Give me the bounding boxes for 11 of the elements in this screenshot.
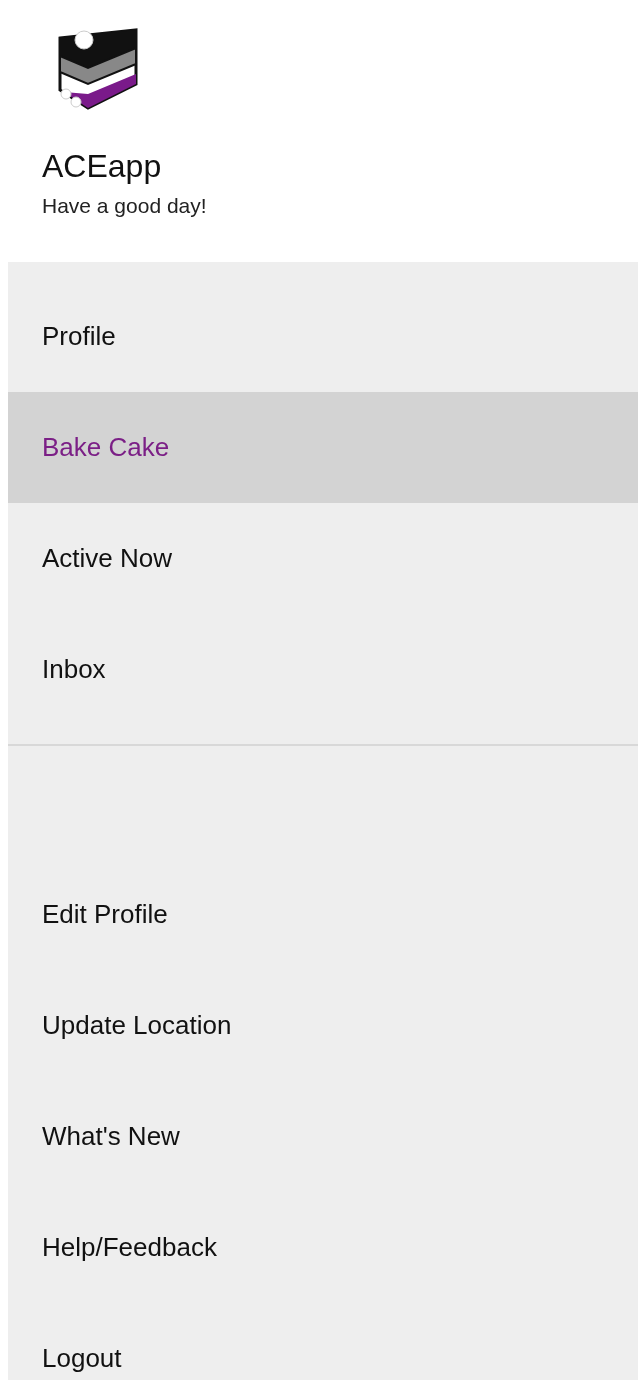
app-name: ACEapp — [42, 147, 162, 185]
menu-item[interactable]: Update Location — [8, 970, 638, 1081]
menu-item[interactable]: Inbox — [8, 614, 638, 725]
menu-item[interactable]: Profile — [8, 281, 638, 392]
menu-item[interactable]: Active Now — [8, 503, 638, 614]
menu-item[interactable]: Bake Cake — [8, 392, 638, 503]
menu-item[interactable]: Logout — [8, 1303, 638, 1380]
menu-item[interactable]: What's New — [8, 1081, 638, 1192]
menu-item[interactable]: Help/Feedback — [8, 1192, 638, 1303]
menu-item[interactable]: Edit Profile — [8, 859, 638, 970]
greeting-text: Have a good day! — [42, 193, 207, 219]
